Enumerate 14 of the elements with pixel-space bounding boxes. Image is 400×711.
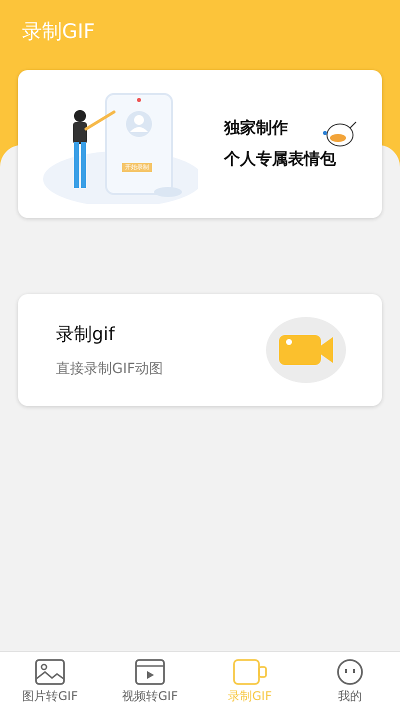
slogan-text: 独家制作 bbox=[224, 118, 289, 139]
card-title: 录制gif bbox=[56, 323, 116, 346]
tab-item[interactable]: 视频转GIF bbox=[100, 652, 200, 711]
page-title: 录制GIF bbox=[22, 18, 95, 45]
card-subtitle: 直接录制GIF动图 bbox=[56, 360, 164, 378]
record-gif-card[interactable]: 录制gif 直接录制GIF动图 bbox=[18, 294, 382, 406]
video-camera-icon bbox=[279, 335, 333, 365]
image-icon bbox=[35, 658, 65, 684]
tab-item[interactable]: 图片转GIF bbox=[0, 652, 100, 711]
camera-icon bbox=[233, 658, 267, 684]
tab-item[interactable]: 我的 bbox=[300, 652, 400, 711]
clapperboard-icon bbox=[135, 658, 165, 684]
face-icon bbox=[335, 658, 365, 684]
slogan-text: 个人专属表情包 bbox=[224, 149, 336, 170]
